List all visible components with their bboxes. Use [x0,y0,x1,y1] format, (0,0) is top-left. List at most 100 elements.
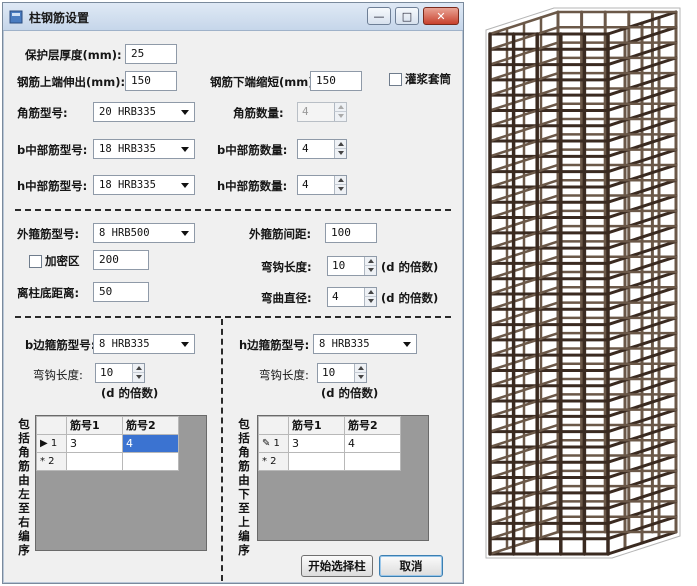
corner-count-stepper: 4 [297,102,347,122]
table-cell[interactable]: 3 [66,434,123,453]
h-edge-hook-value: 10 [322,366,336,379]
start-select-column-button[interactable]: 开始选择柱 [301,555,373,577]
row-header[interactable]: ✎ 1 [258,434,289,453]
column-header[interactable]: 筋号1 [66,416,123,435]
row-header[interactable]: * 2 [36,452,67,471]
hook-len-label: 弯钩长度: [261,260,312,274]
bend-diam-label: 弯曲直径: [261,291,312,305]
hook-len-stepper[interactable]: 10 [327,256,377,276]
table-cell[interactable]: 3 [288,434,345,453]
b-edge-type-label: b边箍筋型号: [25,338,96,352]
right-bar-grid[interactable]: 筋号1 筋号2 ✎ 1 3 4 * 2 [257,415,429,541]
spin-down-icon [334,112,346,121]
dense-zone-input[interactable]: 200 [93,250,149,270]
spin-up-icon[interactable] [132,364,144,373]
table-row[interactable]: * 2 [258,452,401,471]
table-row[interactable]: ✎ 1 3 4 [258,434,401,453]
grout-sleeve-label: 灌浆套筒 [405,72,451,86]
table-row[interactable]: ▶ 1 3 4 [36,434,179,453]
spin-down-icon[interactable] [132,373,144,382]
corner-type-label: 角筋型号: [17,106,68,120]
h-edge-hook-stepper[interactable]: 10 [317,363,367,383]
bend-d-multiple: (d 的倍数) [381,291,439,305]
h-mid-type-select[interactable]: 18 HRB335 [93,175,195,195]
b-mid-count-value: 4 [302,142,309,155]
base-dist-input[interactable]: 50 [93,282,149,302]
spin-up-icon[interactable] [334,140,346,149]
spin-down-icon[interactable] [364,266,376,275]
hook-len-value: 10 [332,259,346,272]
outer-spacing-label: 外箍筋间距: [249,227,312,241]
h-mid-count-value: 4 [302,178,309,191]
outer-spacing-input[interactable]: 100 [325,223,377,243]
cancel-button[interactable]: 取消 [379,555,443,577]
dense-zone-checkbox[interactable] [29,255,42,268]
spin-up-icon[interactable] [364,257,376,266]
rebar-cage-illustration [476,6,690,580]
table-header-row: 筋号1 筋号2 [36,416,179,435]
spin-up-icon[interactable] [364,288,376,297]
cover-label: 保护层厚度(mm): [25,48,122,62]
column-header[interactable]: 筋号2 [344,416,401,435]
h-edge-type-select[interactable]: 8 HRB335 [313,334,417,354]
h-mid-count-stepper[interactable]: 4 [297,175,347,195]
row-header[interactable]: ▶ 1 [36,434,67,453]
app-icon [9,10,23,24]
left-bar-table: 筋号1 筋号2 ▶ 1 3 4 * 2 [36,416,179,471]
minimize-icon: — [373,9,385,23]
column-header[interactable]: 筋号2 [122,416,179,435]
spin-down-icon[interactable] [334,149,346,158]
h-edge-hook-label: 弯钩长度: [259,368,309,382]
maximize-button[interactable]: □ [395,7,419,25]
bend-diam-stepper[interactable]: 4 [327,287,377,307]
b-mid-count-label: b中部筋数量: [217,143,288,157]
h-edge-type-label: h边箍筋型号: [239,338,310,352]
corner-count-label: 角筋数量: [233,106,284,120]
b-edge-type-select[interactable]: 8 HRB335 [93,334,195,354]
table-cell-editing[interactable]: 4 [344,434,401,453]
bottom-short-label: 钢筋下端缩短(mm): [210,75,319,89]
h-mid-type-label: h中部筋型号: [17,179,88,193]
column-header[interactable]: 筋号1 [288,416,345,435]
spin-up-icon[interactable] [334,176,346,185]
cover-input[interactable]: 25 [125,44,177,64]
b-edge-hook-stepper[interactable]: 10 [95,363,145,383]
spin-down-icon[interactable] [354,373,366,382]
bend-diam-value: 4 [332,290,339,303]
b-mid-type-value: 18 HRB335 [99,143,156,155]
table-cell[interactable] [66,452,123,471]
table-cell[interactable] [288,452,345,471]
maximize-icon: □ [401,9,413,23]
chevron-down-icon [403,342,411,347]
grout-sleeve-checkbox[interactable] [389,73,402,86]
h-edge-type-value: 8 HRB335 [319,338,370,350]
b-mid-type-label: b中部筋型号: [17,143,88,157]
corner-type-select[interactable]: 20 HRB335 [93,102,195,122]
corner-cell [36,416,67,435]
table-cell[interactable] [122,452,179,471]
row-header[interactable]: * 2 [258,452,289,471]
corner-cell [258,416,289,435]
chevron-down-icon [181,147,189,152]
table-cell-selected[interactable]: 4 [122,434,179,453]
table-cell[interactable] [344,452,401,471]
dense-zone-label: 加密区 [45,254,80,268]
right-bar-table: 筋号1 筋号2 ✎ 1 3 4 * 2 [258,416,401,471]
close-icon: ✕ [436,9,446,23]
chevron-down-icon [181,183,189,188]
bottom-short-input[interactable]: 150 [310,71,362,91]
table-row[interactable]: * 2 [36,452,179,471]
spin-up-icon[interactable] [354,364,366,373]
outer-type-select[interactable]: 8 HRB500 [93,223,195,243]
left-bar-grid[interactable]: 筋号1 筋号2 ▶ 1 3 4 * 2 [35,415,207,551]
b-mid-count-stepper[interactable]: 4 [297,139,347,159]
table-header-row: 筋号1 筋号2 [258,416,401,435]
minimize-button[interactable]: — [367,7,391,25]
spin-down-icon[interactable] [364,297,376,306]
title-bar[interactable]: 柱钢筋设置 — □ ✕ [3,3,463,31]
b-mid-type-select[interactable]: 18 HRB335 [93,139,195,159]
spin-down-icon[interactable] [334,185,346,194]
chevron-down-icon [181,110,189,115]
top-ext-input[interactable]: 150 [125,71,177,91]
close-button[interactable]: ✕ [423,7,459,25]
